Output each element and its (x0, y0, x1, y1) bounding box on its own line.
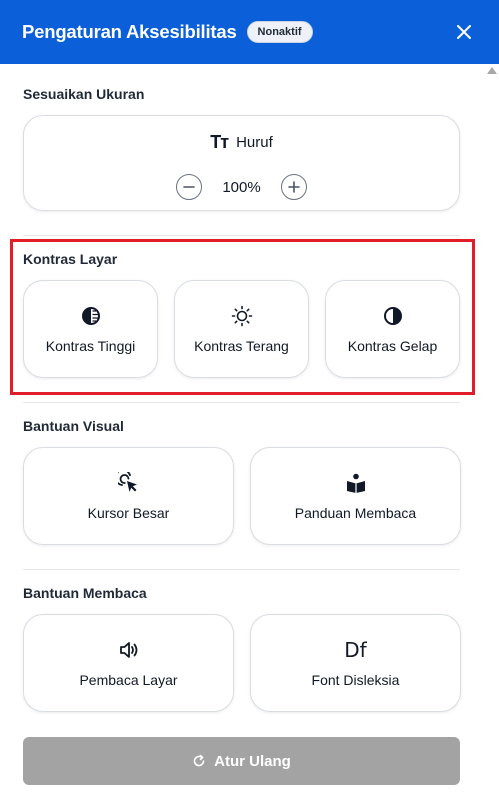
decrease-font-button[interactable] (176, 174, 203, 200)
close-button[interactable] (451, 19, 477, 45)
section-title-visual-aid: Bantuan Visual (23, 418, 124, 434)
big-cursor-button[interactable]: Kursor Besar (23, 447, 234, 545)
dyslexia-font-button[interactable]: Df Font Disleksia (250, 614, 461, 712)
reading-guide-button[interactable]: Panduan Membaca (250, 447, 461, 545)
reset-label: Atur Ulang (214, 752, 291, 770)
divider (23, 235, 460, 236)
text-size-icon: Tт (210, 132, 229, 152)
header-bar: Pengaturan Aksesibilitas Nonaktif (0, 0, 499, 64)
panel-content: Sesuaikan Ukuran Tт Huruf 100% Kontras L… (0, 64, 484, 795)
status-badge: Nonaktif (246, 21, 313, 43)
screen-reader-button[interactable]: Pembaca Layar (23, 614, 234, 712)
increase-font-button[interactable] (280, 174, 307, 200)
reset-button[interactable]: Atur Ulang (23, 737, 460, 785)
close-icon (457, 25, 471, 39)
section-title-reading-aid: Bantuan Membaca (23, 585, 147, 601)
font-size-card: Tт Huruf 100% (23, 115, 460, 211)
divider (23, 402, 460, 403)
reading-guide-label: Panduan Membaca (294, 505, 417, 521)
panel-title: Pengaturan Aksesibilitas (22, 21, 237, 42)
contrast-highlight-box (10, 239, 475, 395)
font-size-label: Huruf (236, 134, 273, 151)
scroll-up-arrow-icon[interactable] (487, 67, 497, 74)
dyslexia-font-icon: Df (344, 638, 367, 662)
minus-icon (183, 186, 196, 188)
reset-icon (193, 754, 205, 767)
big-cursor-label: Kursor Besar (87, 505, 170, 521)
reading-guide-icon (346, 473, 365, 493)
scrollbar[interactable] (484, 64, 499, 795)
zoom-value: 100% (222, 178, 261, 196)
screen-reader-label: Pembaca Layar (79, 672, 178, 688)
section-title-font-size: Sesuaikan Ukuran (23, 86, 145, 102)
divider (23, 569, 460, 570)
plus-icon (287, 181, 300, 193)
cursor-icon (117, 472, 137, 492)
dyslexia-font-label: Font Disleksia (311, 672, 400, 688)
speaker-icon (119, 642, 137, 658)
